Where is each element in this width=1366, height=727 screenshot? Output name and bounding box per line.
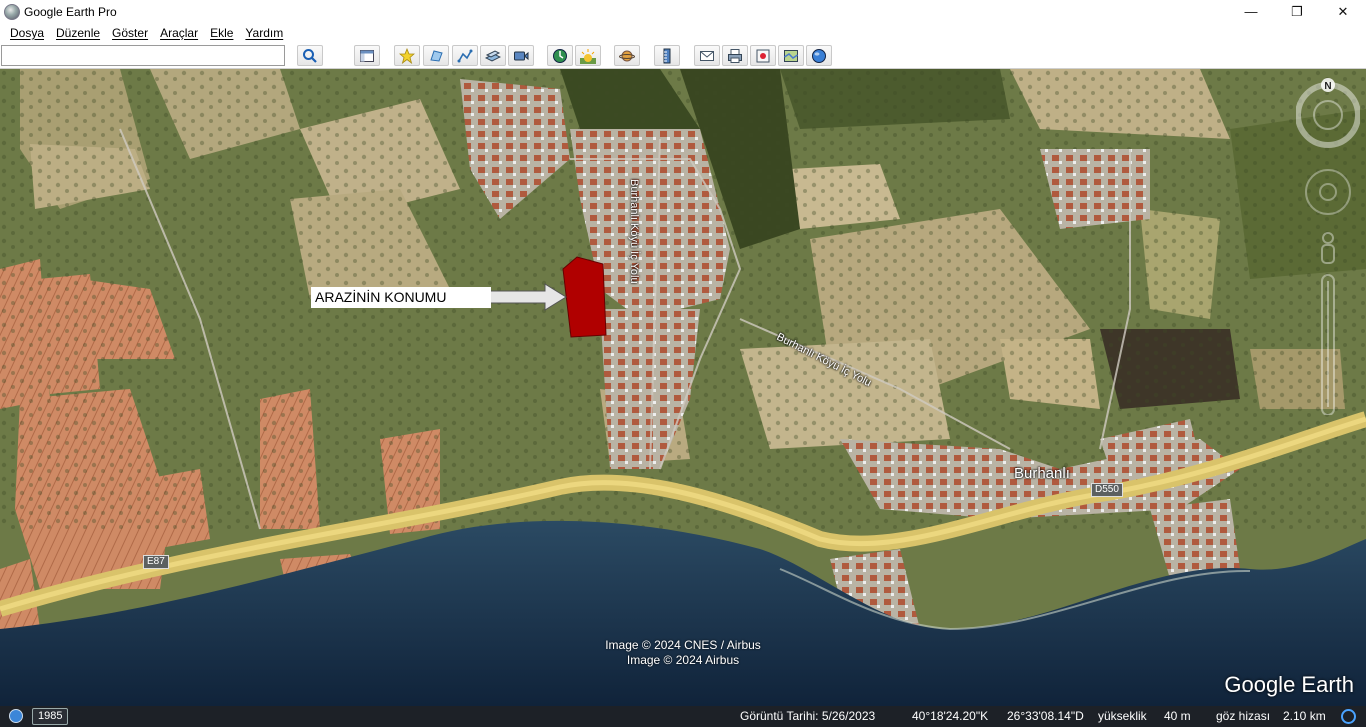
imagery-copyright-1: Image © 2024 CNES / Airbus [605,638,761,652]
path-icon [457,49,473,62]
web-icon [812,48,826,63]
street-view-pegman-icon[interactable] [1321,232,1335,264]
google-earth-app-icon [4,3,20,20]
menu-edit[interactable]: Düzenle [50,26,106,40]
svg-text:N: N [1324,81,1331,92]
map-view-icon [784,49,798,62]
search-icon [303,48,317,63]
title-bar: Google Earth Pro — ❐ ✕ [0,0,1366,23]
map-view[interactable]: ARAZİNİN KONUMU Burhanlı Burhanlı Köyü İ… [0,69,1366,706]
village-label: Burhanlı [1014,465,1070,482]
navigation-controls: N [1295,75,1361,418]
toolbar [0,42,1366,69]
menu-add[interactable]: Ekle [204,26,239,40]
search-button[interactable] [297,45,323,66]
historical-imagery-icon[interactable] [9,709,23,723]
highway-d550-label: D550 [1091,483,1123,497]
web-button[interactable] [806,45,832,66]
save-image-button[interactable] [750,45,776,66]
add-polygon-button[interactable] [423,45,449,66]
ruler-icon [663,48,671,63]
email-button[interactable] [694,45,720,66]
longitude: 26°33'08.14"D [1007,709,1084,723]
elevation-value: 40 m [1164,709,1191,723]
latitude: 40°18'24.20"K [912,709,989,723]
status-bar: 1985 Görüntü Tarihi: 5/26/2023 40°18'24.… [0,706,1366,727]
eye-altitude-label: göz hizası [1216,709,1271,723]
add-path-button[interactable] [452,45,478,66]
road-label-vertical: Burhanlı Köyü İç Yolu [628,179,640,284]
menu-file[interactable]: Dosya [4,26,50,40]
menu-view[interactable]: Göster [106,26,154,40]
print-button[interactable] [722,45,748,66]
imagery-copyright-2: Image © 2024 Airbus [626,653,740,667]
record-tour-icon [514,51,529,60]
imagery-date: Görüntü Tarihi: 5/26/2023 [740,709,876,723]
historical-imagery-icon [553,48,567,63]
add-placemark-button[interactable] [394,45,420,66]
land-parcel-marker[interactable] [562,256,607,338]
search-input[interactable] [1,45,285,66]
window-title: Google Earth Pro [24,4,117,19]
elevation-label: yükseklik [1098,709,1147,723]
planets-button[interactable] [614,45,640,66]
polygon-icon [430,49,443,62]
eye-altitude-value: 2.10 km [1283,709,1326,723]
minimize-button[interactable]: — [1228,0,1274,23]
add-image-overlay-button[interactable] [480,45,506,66]
menu-bar: Dosya Düzenle Göster Araçlar Ekle Yardım [0,23,1366,42]
placemark-icon [399,47,415,64]
compass-ring[interactable] [1295,82,1361,148]
menu-help[interactable]: Yardım [239,26,289,40]
historical-year-badge[interactable]: 1985 [32,708,69,725]
historical-imagery-button[interactable] [547,45,573,66]
email-icon [700,50,714,61]
north-indicator-icon[interactable]: N [1321,78,1335,92]
land-location-label: ARAZİNİN KONUMU [311,287,491,308]
google-earth-logo: Google Earth [1224,672,1354,697]
zoom-slider[interactable] [1321,274,1335,416]
sunlight-button[interactable] [575,45,601,66]
sidebar-toggle-icon [360,49,374,62]
image-overlay-icon [485,49,501,62]
sidebar-toggle-button[interactable] [354,45,380,66]
close-button[interactable]: ✕ [1320,0,1366,23]
view-in-maps-button[interactable] [778,45,804,66]
sun-icon [580,48,596,64]
window-controls: — ❐ ✕ [1228,0,1366,23]
highway-e87-label: E87 [143,555,169,569]
ruler-button[interactable] [654,45,680,66]
satellite-imagery [0,69,1366,706]
loading-indicator-icon [1341,709,1356,724]
look-joystick[interactable] [1305,169,1351,215]
print-icon [728,48,742,63]
menu-tools[interactable]: Araçlar [154,26,204,40]
save-image-icon [756,49,770,62]
maximize-button[interactable]: ❐ [1274,0,1320,23]
planets-icon [619,50,635,61]
record-tour-button[interactable] [508,45,534,66]
